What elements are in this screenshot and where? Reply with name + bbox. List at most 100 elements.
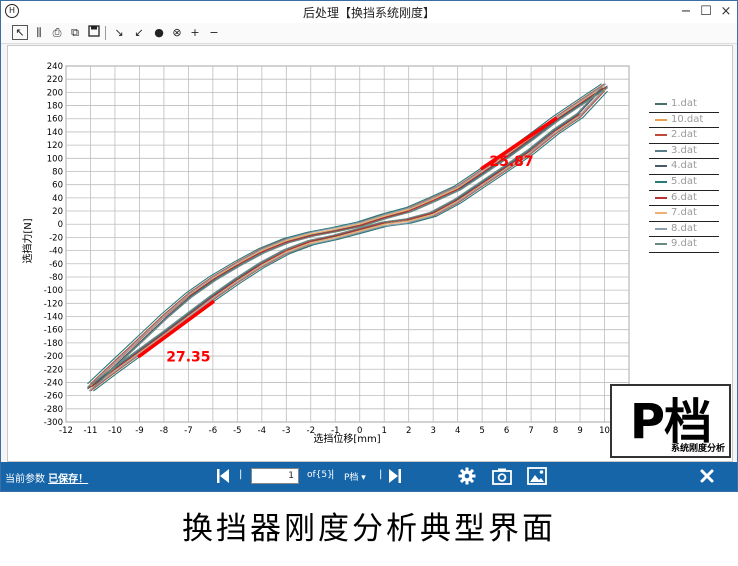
legend-swatch [655,227,667,230]
legend-label: 1.dat [671,98,697,109]
x-tick-label: -12 [59,426,73,436]
x-tick-label: -10 [108,426,122,436]
legend-swatch [655,180,667,183]
y-tick-label: -180 [44,339,63,349]
pager-separator: | [379,469,383,480]
y-tick-label: 200 [47,88,63,98]
legend-swatch [655,149,667,152]
x-tick-label: 2 [406,426,411,436]
y-tick-label: 100 [47,154,63,164]
y-tick-label: 240 [47,62,63,72]
legend-swatch [655,212,667,215]
y-tick-label: -80 [49,273,63,283]
y-axis-label: 选挡力[N] [21,218,34,263]
legend-label: 8.dat [671,222,697,234]
settings-gear-icon[interactable] [458,467,476,485]
y-tick-label: -120 [44,299,63,309]
legend-swatch [655,196,667,199]
y-tick-label: 80 [52,167,63,177]
x-tick-label: -4 [258,426,266,436]
legend-item: 6.dat [649,191,719,207]
y-tick-label: -260 [44,392,63,402]
gear-badge: P档 系统刚度分析 [610,384,731,458]
plot-area [65,65,630,423]
app-window: H 后处理【换挡系统刚度】 − ☐ × ↖ ⫼ ⎙ ⧉ ↘ ↙ ● ⊗ + − … [0,0,738,492]
x-axis-label: 选挡位移[mm] [313,432,380,445]
x-tick-label: 10 [599,426,610,436]
legend-swatch [655,118,667,121]
legend-item: 7.dat [649,206,719,222]
page-total: of{5} [307,470,333,480]
x-tick-label: 6 [504,426,509,436]
legend-label: 2.dat [671,129,697,141]
badge-subtitle: 系统刚度分析 [670,444,725,454]
x-tick-label: -5 [233,426,241,436]
y-tick-label: 0 [58,220,63,230]
camera-icon[interactable] [492,467,512,485]
y-tick-label: -100 [44,286,63,296]
y-tick-label: 220 [47,75,63,85]
x-tick-label: -6 [209,426,217,436]
legend-item: 5.dat [649,175,719,191]
x-tick-label: -3 [282,426,290,436]
pager-separator: | [331,469,335,480]
page-number-input[interactable] [251,468,299,484]
y-tick-label: -220 [44,365,63,375]
x-tick-label: -9 [135,426,143,436]
status-saved: 已保存！ [48,474,89,485]
y-tick-label: 20 [52,207,63,217]
chart-grid [65,65,630,423]
legend-item: 1.dat [649,97,719,113]
figure-caption: 换挡器刚度分析典型界面 [182,511,556,547]
legend-label: 6.dat [671,191,697,203]
y-tick-label: 180 [47,102,63,112]
legend-label: 10.dat [671,113,704,125]
legend-item: 8.dat [649,222,719,238]
y-tick-label: 60 [52,181,63,191]
x-tick-label: -8 [160,426,168,436]
y-tick-label: 40 [52,194,63,204]
status-text: 当前参数 已保存！ [5,470,88,485]
stiffness-annotation: 27.35 [166,349,210,365]
x-tick-label: -11 [84,426,98,436]
status-label: 当前参数 [5,474,45,485]
y-tick-label: -200 [44,352,63,362]
y-tick-label: -280 [44,405,63,415]
legend-item: 9.dat [649,237,719,253]
y-tick-label: -160 [44,326,63,336]
x-tick-label: 7 [528,426,533,436]
y-tick-label: -240 [44,378,63,388]
y-tick-label: -60 [49,260,63,270]
x-tick-label: 4 [455,426,460,436]
image-icon[interactable] [527,467,547,485]
y-tick-label: -140 [44,313,63,323]
close-icon[interactable] [700,469,714,483]
legend-label: 3.dat [671,144,697,156]
x-tick-label: 3 [430,426,435,436]
legend-item: 10.dat [649,113,719,129]
chart-legend: 1.dat 10.dat 2.dat 3.dat 4.dat 5.dat 6.dat 7.da… [649,97,719,253]
gear-select[interactable]: P档 ▾ [344,470,366,483]
y-tick-label: 140 [47,128,63,138]
stiffness-annotation: 25.87 [489,154,533,170]
y-tick-label: 160 [47,115,63,125]
legend-item: 4.dat [649,159,719,175]
x-tick-label: 9 [577,426,582,436]
legend-label: 4.dat [671,160,697,172]
status-bar: 当前参数 已保存！ | of{5} | P档 ▾ | [1,462,737,491]
legend-swatch [655,103,667,105]
first-page-icon[interactable] [216,468,230,484]
legend-swatch [655,243,667,246]
legend-item: 2.dat [649,128,719,144]
y-tick-label: 120 [47,141,63,151]
legend-label: 9.dat [671,238,697,250]
legend-swatch [655,134,667,137]
last-page-icon[interactable] [388,468,402,484]
pager-separator: | [239,469,243,480]
x-tick-label: 5 [479,426,484,436]
legend-swatch [655,165,667,168]
legend-item: 3.dat [649,144,719,160]
y-tick-label: -40 [49,247,63,257]
x-tick-label: 1 [382,426,387,436]
y-tick-label: -20 [49,233,63,243]
